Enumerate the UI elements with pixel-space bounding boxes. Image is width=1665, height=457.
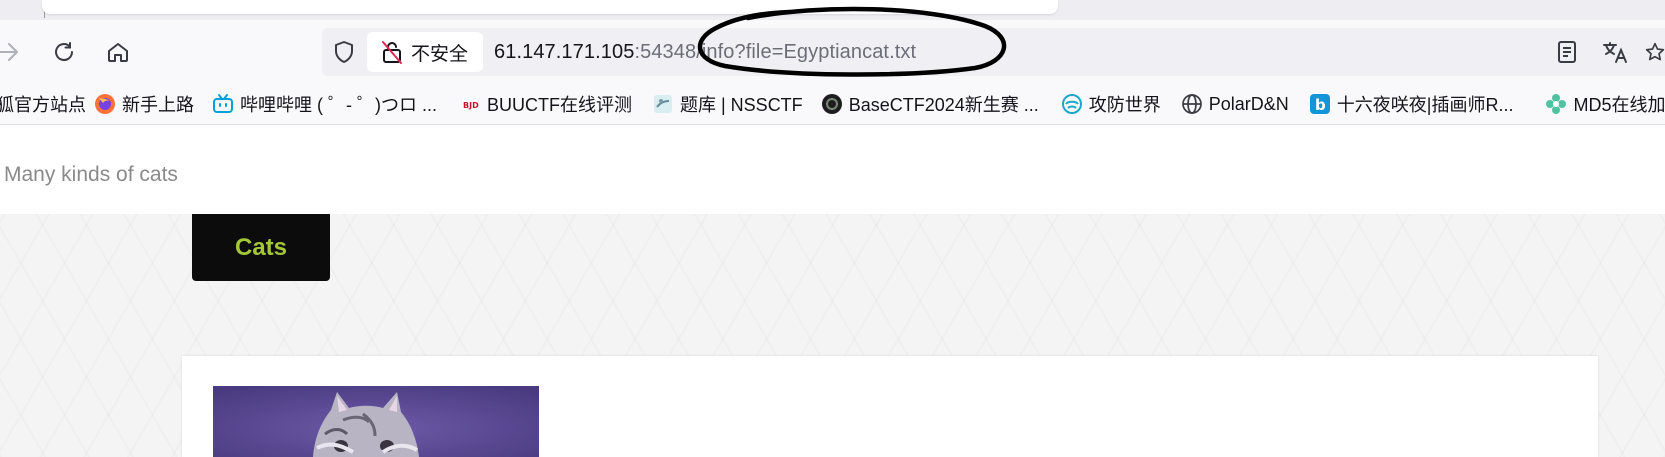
buuctf-icon: BJD <box>459 93 481 115</box>
home-button[interactable] <box>100 34 136 70</box>
tab-strip <box>0 0 1665 20</box>
bookmark-label: 狐官方站点 <box>0 95 86 115</box>
forward-button[interactable] <box>0 34 26 70</box>
nssctf-icon <box>652 93 674 115</box>
bookmark-label: BaseCTF2024新生赛 ... <box>848 95 1039 115</box>
bookmark-label: 哔哩哔哩 ( ゜- ゜)つロ ... <box>240 95 437 115</box>
bilibili-icon <box>212 93 234 115</box>
shield-icon <box>335 41 353 63</box>
bookmark-item[interactable]: 新手上路 <box>94 84 194 124</box>
url-bar-tools <box>1549 34 1665 70</box>
url-path: :54348/info?file=Egyptiancat.txt <box>634 41 917 63</box>
url-host: 61.147.171.105 <box>494 41 635 63</box>
bookmark-label: BUUCTF在线评测 <box>487 95 632 115</box>
bookmark-item[interactable]: MD5在线加 <box>1545 84 1665 124</box>
nav-tab-cats[interactable]: Cats <box>192 214 330 281</box>
reload-button[interactable] <box>46 34 82 70</box>
bookmark-label: MD5在线加 <box>1573 95 1665 115</box>
reload-icon <box>55 42 73 61</box>
bookmark-label: 新手上路 <box>122 95 194 115</box>
flower-icon <box>1545 93 1567 115</box>
globe-icon <box>1181 93 1203 115</box>
connection-security-button[interactable]: 不安全 <box>367 32 483 72</box>
bookmark-item[interactable]: 哔哩哔哩 ( ゜- ゜)つロ ... <box>212 84 437 124</box>
translate-icon <box>1603 42 1627 63</box>
insecure-lock-icon <box>382 41 402 64</box>
bookmarks-bar: 狐官方站点 新手上路 哔哩哔哩 ( ゜- ゜)つロ ... BJD BUUCTF… <box>0 84 1665 125</box>
url-text[interactable]: 61.147.171.105:54348/info?file=Egyptianc… <box>494 38 916 66</box>
reader-view-button[interactable] <box>1549 34 1585 70</box>
svg-text:BJD: BJD <box>463 101 479 110</box>
security-label: 不安全 <box>411 43 469 65</box>
bookmark-item[interactable]: 狐官方站点 <box>0 84 86 124</box>
adworld-icon <box>1061 93 1083 115</box>
site-title[interactable]: Many kinds of cats <box>4 163 178 187</box>
bookmark-item[interactable]: BJD BUUCTF在线评测 <box>459 84 632 124</box>
firefox-icon <box>94 93 116 115</box>
active-tab[interactable] <box>42 0 1058 14</box>
site-header: Many kinds of cats <box>0 125 1665 214</box>
b-icon: b <box>1309 93 1331 115</box>
reader-view-icon <box>1558 41 1576 63</box>
basectf-icon <box>821 93 843 115</box>
bookmark-star-button[interactable] <box>1645 34 1665 70</box>
bookmark-item[interactable]: 题库 | NSSCTF <box>652 84 803 124</box>
content-card <box>182 356 1598 457</box>
bookmark-label: 题库 | NSSCTF <box>680 95 803 115</box>
bookmark-item[interactable]: b 十六夜咲夜|插画师R... <box>1309 84 1514 124</box>
translate-button[interactable] <box>1597 34 1633 70</box>
cat-image <box>213 386 539 457</box>
tracking-protection-button[interactable] <box>332 40 356 64</box>
svg-text:b: b <box>1315 96 1326 114</box>
bookmark-item[interactable]: BaseCTF2024新生赛 ... <box>821 84 1039 124</box>
bookmark-item[interactable]: 攻防世界 <box>1061 84 1161 124</box>
home-icon <box>108 43 128 62</box>
bookmark-item[interactable]: PolarD&N <box>1181 84 1289 124</box>
bookmark-label: PolarD&N <box>1208 93 1289 114</box>
bookmark-label: 攻防世界 <box>1088 95 1161 115</box>
browser-toolbar: 不安全 61.147.171.105:54348/info?file=Egypt… <box>0 20 1665 84</box>
url-bar[interactable]: 不安全 61.147.171.105:54348/info?file=Egypt… <box>322 28 1665 76</box>
star-icon <box>1645 42 1665 61</box>
arrow-right-icon <box>0 43 18 61</box>
bookmark-label: 十六夜咲夜|插画师R... <box>1336 95 1514 115</box>
